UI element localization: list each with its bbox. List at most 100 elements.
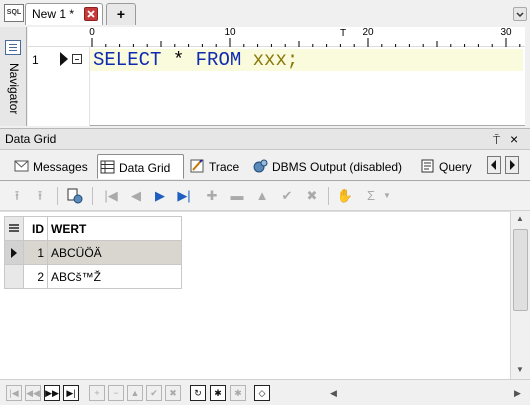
tab-data-grid[interactable]: Data Grid xyxy=(97,154,184,179)
toolbar-separator xyxy=(57,187,58,205)
first-record-icon[interactable]: |◀ xyxy=(102,187,120,205)
last-record-icon[interactable]: ▶| xyxy=(175,187,193,205)
cell-id[interactable]: 2 xyxy=(23,264,48,289)
code-text: SELECT * FROM xxx; xyxy=(93,49,298,71)
table-row[interactable]: 2 ABCš™Ž xyxy=(4,264,182,289)
column-header-id[interactable]: ID xyxy=(23,216,48,241)
row-indicator xyxy=(4,264,24,289)
chevron-down-icon[interactable]: ▼ xyxy=(382,187,392,205)
cancel-edit-icon[interactable]: ✖ xyxy=(303,187,321,205)
table-row[interactable]: 1 ABCÜÖÄ xyxy=(4,240,182,265)
row-indicator-header[interactable] xyxy=(4,216,24,241)
scroll-tabs-left-button[interactable] xyxy=(487,156,501,174)
delete-record-icon[interactable]: ▬ xyxy=(228,187,246,205)
sum-icon[interactable]: Σ xyxy=(362,187,380,205)
tab-query[interactable]: Query xyxy=(418,154,480,179)
post-edit-icon[interactable]: ✔ xyxy=(278,187,296,205)
first-page-icon[interactable]: |◀ xyxy=(6,385,22,401)
keyword-from: FROM xyxy=(195,49,242,71)
scroll-down-icon[interactable]: ▼ xyxy=(516,365,524,374)
dbms-output-icon xyxy=(253,159,268,173)
last-page-icon[interactable]: ▶| xyxy=(63,385,79,401)
tab-messages[interactable]: Messages xyxy=(12,154,96,179)
chevron-left-icon xyxy=(491,160,496,170)
tab-label: DBMS Output (disabled) xyxy=(272,160,403,174)
scrollbar-thumb[interactable] xyxy=(513,229,528,311)
navigator-side-tab[interactable]: Navigator xyxy=(0,27,27,126)
messages-icon xyxy=(14,160,29,172)
refresh-icon[interactable]: ↻ xyxy=(190,385,206,401)
query-icon xyxy=(421,159,434,173)
row-pointer-icon xyxy=(11,248,17,259)
cell-wert[interactable]: ABCÜÖÄ xyxy=(47,240,182,265)
data-grid-panel-header: Data Grid ⍑ × xyxy=(0,128,530,150)
grid-toolbar: ⭱ ⭱ |◀ ◀ ▶ ▶| ✚ ▬ ▲ ✔ ✖ ✋ Σ ▼ xyxy=(0,182,530,211)
horizontal-scrollbar[interactable]: ◀ ▶ xyxy=(326,385,526,401)
filter-icon[interactable]: ◇ xyxy=(254,385,270,401)
tab-label: Trace xyxy=(209,160,240,174)
export-icon[interactable]: ⭱ xyxy=(8,187,26,205)
line-number: 1 xyxy=(32,53,39,67)
grid-navigator-bar: |◀ ◀◀ ▶▶ ▶| + − ▲ ✔ ✖ ↻ ✱ ✱ ◇ ◀ ▶ xyxy=(0,379,530,405)
tab-trace[interactable]: Trace xyxy=(188,154,246,179)
tab-dbms-output[interactable]: DBMS Output (disabled) xyxy=(251,154,412,179)
tab-label: Messages xyxy=(33,160,88,174)
close-tab-icon[interactable] xyxy=(84,7,98,21)
svg-text:T: T xyxy=(340,28,346,39)
column-list-icon xyxy=(9,224,19,233)
scroll-right-icon[interactable]: ▶ xyxy=(514,388,521,399)
new-tab-button[interactable]: + xyxy=(106,3,136,25)
cell-wert[interactable]: ABCš™Ž xyxy=(47,264,182,289)
insert-record-icon[interactable]: ✚ xyxy=(203,187,221,205)
bookmark-icon[interactable]: ✱ xyxy=(210,385,226,401)
sql-editor[interactable]: 1 SELECT * FROM xxx; xyxy=(28,47,525,126)
results-grid: ID WERT 1 ABCÜÖÄ 2 ABCš™Ž xyxy=(0,211,510,379)
results-table: ID WERT 1 ABCÜÖÄ 2 ABCš™Ž xyxy=(4,216,182,289)
grid-icon xyxy=(100,160,115,174)
goto-bookmark-icon[interactable]: ✱ xyxy=(230,385,246,401)
cell-id[interactable]: 1 xyxy=(23,240,48,265)
close-panel-icon[interactable]: × xyxy=(510,131,518,147)
delete-icon[interactable]: − xyxy=(108,385,124,401)
current-code-line[interactable]: SELECT * FROM xxx; xyxy=(90,49,523,71)
prev-page-icon[interactable]: ◀◀ xyxy=(25,385,41,401)
header-row: ID WERT xyxy=(4,216,182,241)
insert-icon[interactable]: + xyxy=(89,385,105,401)
chevron-right-icon xyxy=(510,160,515,170)
scroll-up-icon[interactable]: ▲ xyxy=(516,214,524,223)
chevron-down-icon[interactable] xyxy=(513,7,527,21)
link-data-icon[interactable] xyxy=(66,187,84,205)
editor-gutter: 1 xyxy=(28,47,90,126)
next-record-icon[interactable]: ▶ xyxy=(151,187,169,205)
toolbar-separator xyxy=(92,187,93,205)
execution-arrow-icon xyxy=(60,52,68,66)
edit-record-icon[interactable]: ▲ xyxy=(253,187,271,205)
edit-icon[interactable]: ▲ xyxy=(127,385,143,401)
fold-collapse-icon[interactable] xyxy=(72,54,82,64)
tab-label: Query xyxy=(439,160,472,174)
hand-icon[interactable]: ✋ xyxy=(336,187,354,205)
keyword-select: SELECT xyxy=(93,49,162,71)
navigator-icon xyxy=(5,40,21,55)
pin-icon[interactable]: ⍑ xyxy=(493,133,500,148)
result-tabs: Messages Data Grid Trace DBMS Output (di… xyxy=(0,151,530,181)
editor-tab-strip: SQL New 1 * + xyxy=(0,0,530,27)
scroll-left-icon[interactable]: ◀ xyxy=(330,388,337,399)
panel-title: Data Grid xyxy=(5,132,57,146)
statement-semicolon: ; xyxy=(286,49,299,71)
column-header-wert[interactable]: WERT xyxy=(47,216,182,241)
next-page-icon[interactable]: ▶▶ xyxy=(44,385,60,401)
cancel-icon[interactable]: ✖ xyxy=(165,385,181,401)
current-row-indicator xyxy=(4,240,24,265)
sql-file-icon: SQL xyxy=(4,4,24,22)
import-icon[interactable]: ⭱ xyxy=(31,187,49,205)
post-icon[interactable]: ✔ xyxy=(146,385,162,401)
column-ruler: 0 10 20 30 T xyxy=(28,27,525,47)
scroll-tabs-right-button[interactable] xyxy=(505,156,519,174)
ruler-ticks: T xyxy=(28,27,525,47)
tab-label: Data Grid xyxy=(119,161,171,175)
tab-new-1[interactable]: New 1 * xyxy=(25,3,103,25)
vertical-scrollbar[interactable]: ▲ ▼ xyxy=(510,211,530,379)
prior-record-icon[interactable]: ◀ xyxy=(127,187,145,205)
toolbar-separator xyxy=(328,187,329,205)
